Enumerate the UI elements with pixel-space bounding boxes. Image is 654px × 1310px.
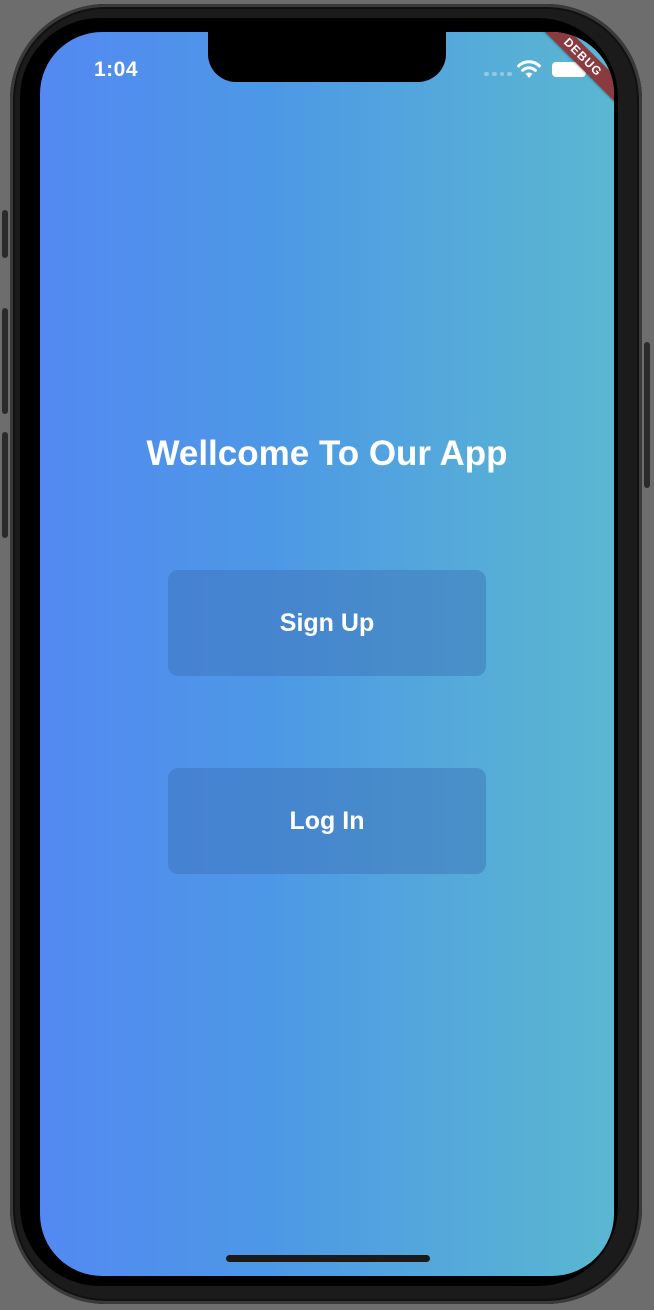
home-indicator[interactable]	[226, 1255, 430, 1262]
app-screen: 1:04 DEBUG Wellcome To Our App Sign Up L…	[40, 32, 614, 1276]
notch	[208, 32, 446, 82]
sign-up-button[interactable]: Sign Up	[168, 570, 486, 676]
power-button	[644, 342, 650, 488]
status-time: 1:04	[94, 58, 139, 81]
log-in-button[interactable]: Log In	[168, 768, 486, 874]
wifi-icon	[517, 60, 541, 78]
volume-up-button	[2, 308, 8, 414]
volume-down-button	[2, 432, 8, 538]
signal-icon	[484, 72, 512, 76]
welcome-title: Wellcome To Our App	[146, 434, 508, 473]
silent-switch	[2, 210, 8, 258]
